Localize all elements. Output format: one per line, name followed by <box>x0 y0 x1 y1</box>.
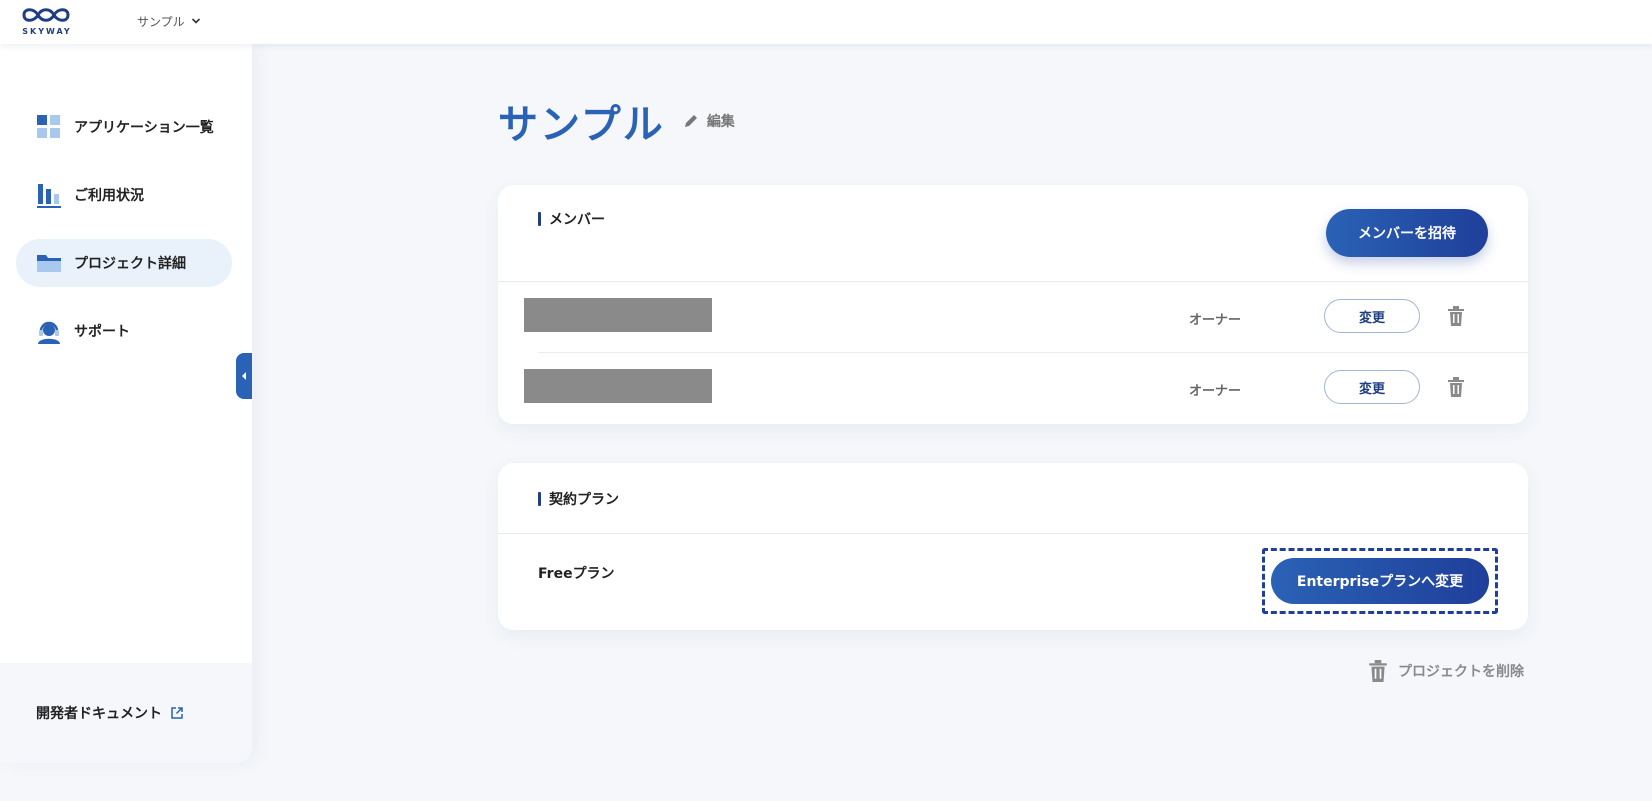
sidebar-item-label: プロジェクト詳細 <box>74 256 186 272</box>
developer-docs-label: 開発者ドキュメント <box>36 706 162 722</box>
edit-project-name-button[interactable]: 編集 <box>683 111 735 131</box>
caret-left-icon <box>242 372 246 380</box>
logo-mark-icon <box>22 8 70 22</box>
sidebar-footer: 開発者ドキュメント <box>0 663 252 763</box>
delete-project-button[interactable]: プロジェクトを削除 <box>1368 660 1524 682</box>
focus-outline: Enterpriseプランへ変更 <box>1262 548 1498 614</box>
members-card: メンバー メンバーを招待 オーナー 変更 オーナー 変更 <box>498 185 1528 424</box>
sidebar-item-usage[interactable]: ご利用状況 <box>16 171 232 219</box>
member-role: オーナー <box>1189 313 1242 328</box>
project-switcher[interactable]: サンプル <box>137 10 201 32</box>
remove-member-button[interactable] <box>1442 302 1470 330</box>
sidebar-item-project-details[interactable]: プロジェクト詳細 <box>16 239 232 287</box>
page-title-area: サンプル 編集 <box>498 92 735 150</box>
edit-label: 編集 <box>706 114 735 130</box>
sidebar-nav: アプリケーション一覧 ご利用状況 プロジェクト詳細 サポート <box>16 103 232 375</box>
sidebar-item-applications[interactable]: アプリケーション一覧 <box>16 103 232 151</box>
logo-text: SKYWAY <box>22 27 72 36</box>
page-title: サンプル <box>498 102 665 148</box>
trash-icon <box>1448 306 1464 326</box>
member-row: オーナー 変更 <box>498 353 1528 423</box>
trash-icon <box>1369 660 1387 682</box>
change-role-button[interactable]: 変更 <box>1324 370 1420 404</box>
plan-card: 契約プラン Freeプラン Enterpriseプランへ変更 <box>498 463 1528 630</box>
member-row: オーナー 変更 <box>498 282 1528 352</box>
change-to-enterprise-button[interactable]: Enterpriseプランへ変更 <box>1271 558 1489 604</box>
redacted-member-name <box>524 298 712 332</box>
sidebar: アプリケーション一覧 ご利用状況 プロジェクト詳細 サポート 開発者ドキュメント <box>0 44 252 763</box>
delete-project-label: プロジェクトを削除 <box>1398 664 1524 680</box>
external-link-icon <box>171 707 183 719</box>
section-marker <box>538 492 541 506</box>
plan-section-label: 契約プラン <box>549 492 619 508</box>
chevron-down-icon <box>191 18 200 24</box>
trash-icon <box>1448 377 1464 397</box>
sidebar-item-label: アプリケーション一覧 <box>74 120 214 136</box>
remove-member-button[interactable] <box>1442 373 1470 401</box>
developer-docs-link[interactable]: 開発者ドキュメント <box>36 703 184 723</box>
plan-section-header: 契約プラン <box>538 489 619 509</box>
sidebar-item-label: サポート <box>74 324 130 340</box>
sidebar-item-support[interactable]: サポート <box>16 307 232 355</box>
redacted-member-name <box>524 369 712 403</box>
members-section-header: メンバー <box>538 209 605 229</box>
pencil-icon <box>684 115 697 127</box>
skyway-logo[interactable]: SKYWAY <box>18 3 74 39</box>
sidebar-collapse-toggle[interactable] <box>236 353 252 399</box>
folder-icon <box>36 250 62 276</box>
change-role-button[interactable]: 変更 <box>1324 299 1420 333</box>
bar-chart-icon <box>36 182 62 208</box>
invite-member-button[interactable]: メンバーを招待 <box>1326 209 1488 257</box>
members-section-label: メンバー <box>549 212 605 228</box>
headset-icon <box>36 318 62 344</box>
member-role: オーナー <box>1189 384 1242 399</box>
current-plan-name: Freeプラン <box>538 566 615 582</box>
divider <box>498 533 1528 534</box>
project-switcher-label: サンプル <box>137 14 185 29</box>
sidebar-item-label: ご利用状況 <box>74 188 144 204</box>
grid-icon <box>36 114 62 140</box>
section-marker <box>538 212 541 226</box>
top-bar: SKYWAY サンプル <box>0 0 1652 44</box>
